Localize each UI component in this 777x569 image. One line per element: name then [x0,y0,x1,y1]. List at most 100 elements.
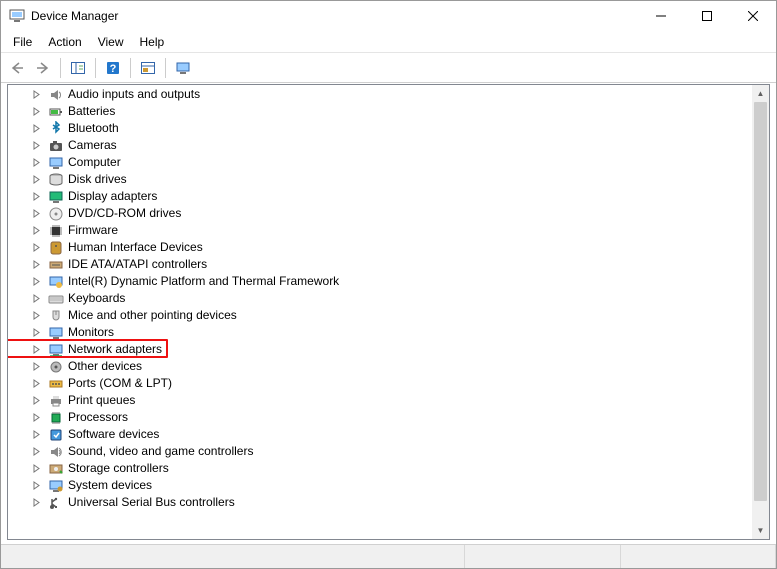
other-icon [48,359,64,375]
device-category[interactable]: Human Interface Devices [8,239,752,256]
device-category-label: Audio inputs and outputs [68,86,200,103]
expand-icon[interactable] [30,344,42,356]
device-category[interactable]: Processors [8,409,752,426]
device-category-label: Storage controllers [68,460,169,477]
device-category[interactable]: Firmware [8,222,752,239]
scroll-down-button[interactable]: ▼ [752,522,769,539]
device-category-label: Display adapters [68,188,157,205]
scroll-thumb[interactable] [754,102,767,501]
device-category-label: Cameras [68,137,117,154]
menu-help[interactable]: Help [132,33,173,51]
device-category[interactable]: Computer [8,154,752,171]
scroll-up-button[interactable]: ▲ [752,85,769,102]
bluetooth-icon [48,121,64,137]
status-cell [1,545,465,568]
forward-button[interactable] [31,56,55,80]
device-category[interactable]: Keyboards [8,290,752,307]
expand-icon[interactable] [30,361,42,373]
device-category-label: Bluetooth [68,120,119,137]
cpu-icon [48,410,64,426]
device-category[interactable]: Monitors [8,324,752,341]
expand-icon[interactable] [30,327,42,339]
device-category[interactable]: System devices [8,477,752,494]
status-bar [1,544,776,568]
software-icon [48,427,64,443]
device-category[interactable]: Mice and other pointing devices [8,307,752,324]
device-category-label: Mice and other pointing devices [68,307,237,324]
minimize-button[interactable] [638,1,684,31]
device-category[interactable]: Other devices [8,358,752,375]
expand-icon[interactable] [30,429,42,441]
scan-hardware-button[interactable] [171,56,195,80]
help-button[interactable]: ? [101,56,125,80]
menu-view[interactable]: View [90,33,132,51]
expand-icon[interactable] [30,208,42,220]
show-hide-tree-button[interactable] [66,56,90,80]
status-cell [621,545,776,568]
device-category[interactable]: Batteries [8,103,752,120]
toolbar-separator [130,58,131,78]
device-category[interactable]: Storage controllers [8,460,752,477]
printer-icon [48,393,64,409]
device-category-label: Network adapters [68,341,162,358]
svg-text:?: ? [110,63,117,75]
menu-file[interactable]: File [5,33,40,51]
maximize-button[interactable] [684,1,730,31]
content-pane: Audio inputs and outputsBatteriesBluetoo… [7,84,770,540]
menu-bar: File Action View Help [1,31,776,53]
menu-action[interactable]: Action [40,33,89,51]
expand-icon[interactable] [30,310,42,322]
expand-icon[interactable] [30,225,42,237]
device-category[interactable]: Ports (COM & LPT) [8,375,752,392]
sound-icon [48,444,64,460]
window-controls [638,1,776,31]
back-button[interactable] [5,56,29,80]
device-category[interactable]: Print queues [8,392,752,409]
expand-icon[interactable] [30,259,42,271]
expand-icon[interactable] [30,463,42,475]
device-category[interactable]: Universal Serial Bus controllers [8,494,752,511]
device-category[interactable]: Display adapters [8,188,752,205]
expand-icon[interactable] [30,395,42,407]
expand-icon[interactable] [30,174,42,186]
device-tree[interactable]: Audio inputs and outputsBatteriesBluetoo… [8,85,752,539]
device-category[interactable]: Cameras [8,137,752,154]
device-category-label: Ports (COM & LPT) [68,375,172,392]
device-category[interactable]: Network adapters [8,341,752,358]
expand-icon[interactable] [30,191,42,203]
expand-icon[interactable] [30,157,42,169]
expand-icon[interactable] [30,123,42,135]
expand-icon[interactable] [30,140,42,152]
device-category[interactable]: Disk drives [8,171,752,188]
disk-icon [48,172,64,188]
expand-icon[interactable] [30,89,42,101]
device-category[interactable]: Intel(R) Dynamic Platform and Thermal Fr… [8,273,752,290]
expand-icon[interactable] [30,480,42,492]
monitor-icon [48,155,64,171]
thermal-icon [48,274,64,290]
scroll-track[interactable] [752,102,769,522]
device-category[interactable]: Audio inputs and outputs [8,86,752,103]
properties-button[interactable] [136,56,160,80]
device-category[interactable]: IDE ATA/ATAPI controllers [8,256,752,273]
expand-icon[interactable] [30,378,42,390]
expand-icon[interactable] [30,497,42,509]
expand-icon[interactable] [30,412,42,424]
device-category-label: Firmware [68,222,118,239]
close-button[interactable] [730,1,776,31]
device-category[interactable]: DVD/CD-ROM drives [8,205,752,222]
device-category-label: Print queues [68,392,135,409]
device-category-label: Software devices [68,426,159,443]
device-category[interactable]: Software devices [8,426,752,443]
expand-icon[interactable] [30,446,42,458]
expand-icon[interactable] [30,293,42,305]
vertical-scrollbar[interactable]: ▲ ▼ [752,85,769,539]
device-category-label: Sound, video and game controllers [68,443,253,460]
expand-icon[interactable] [30,106,42,118]
device-category[interactable]: Sound, video and game controllers [8,443,752,460]
device-category[interactable]: Bluetooth [8,120,752,137]
display-icon [48,189,64,205]
status-cell [465,545,620,568]
expand-icon[interactable] [30,276,42,288]
expand-icon[interactable] [30,242,42,254]
